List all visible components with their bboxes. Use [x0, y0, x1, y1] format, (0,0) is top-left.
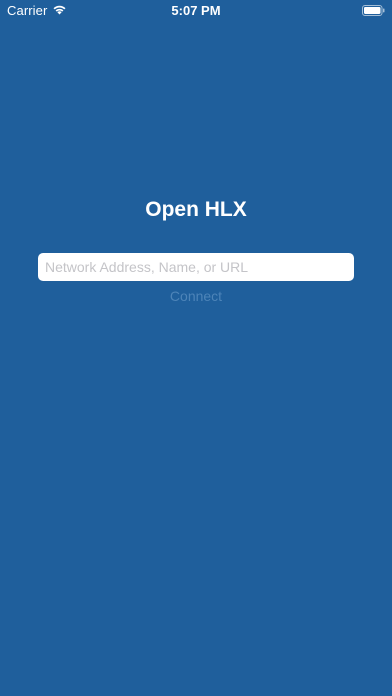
battery-icon: [362, 4, 385, 16]
status-time: 5:07 PM: [171, 3, 221, 18]
page-title: Open HLX: [145, 198, 247, 221]
status-bar: Carrier 5:07 PM: [0, 0, 392, 22]
address-input[interactable]: [38, 253, 354, 281]
connect-button[interactable]: Connect: [0, 288, 392, 304]
address-field-container: [38, 253, 354, 281]
